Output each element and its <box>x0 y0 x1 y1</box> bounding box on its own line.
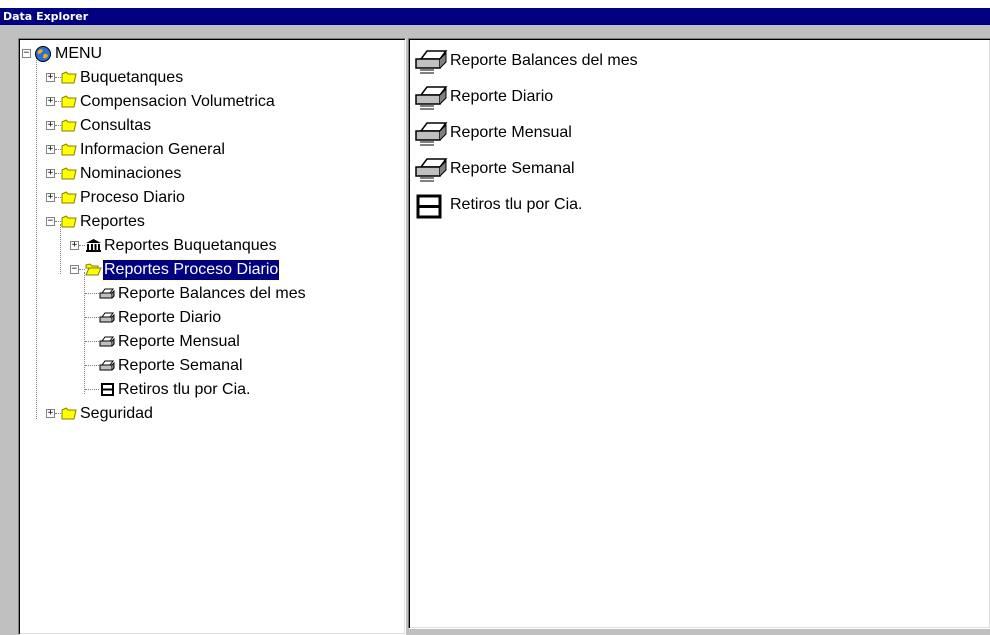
tree-node-label[interactable]: Reporte Semanal <box>117 356 244 376</box>
printer-icon <box>99 288 115 299</box>
printer-icon <box>99 312 115 323</box>
tree-node-label[interactable]: Informacion General <box>79 140 226 160</box>
tree-node-label[interactable]: MENU <box>54 44 103 64</box>
table-icon <box>101 383 114 396</box>
tree-node-label[interactable]: Proceso Diario <box>79 188 186 208</box>
tree-node-label[interactable]: Reportes Buquetanques <box>103 236 278 256</box>
expand-icon[interactable]: + <box>46 73 55 82</box>
list-item-label[interactable]: Reporte Balances del mes <box>450 51 638 71</box>
window-title: Data Explorer <box>3 10 89 23</box>
tree-node-label[interactable]: Reportes <box>79 212 146 232</box>
collapse-icon[interactable]: − <box>22 49 31 58</box>
tree-node-label[interactable]: Reporte Diario <box>117 308 222 328</box>
printer-icon <box>415 158 448 182</box>
folder-closed-icon <box>61 191 77 204</box>
collapse-icon[interactable]: − <box>70 265 79 274</box>
expand-icon[interactable]: + <box>46 409 55 418</box>
folder-open-icon <box>85 263 102 276</box>
tree-node-label[interactable]: Buquetanques <box>79 68 184 88</box>
list-item-label[interactable]: Reporte Semanal <box>450 159 575 179</box>
bank-icon <box>86 239 101 252</box>
globe-icon <box>35 46 51 62</box>
list-view-panel[interactable]: Reporte Balances del mes Reporte Diario … <box>408 38 990 629</box>
tree-line <box>84 272 85 394</box>
expand-icon[interactable]: + <box>46 193 55 202</box>
collapse-icon[interactable]: − <box>46 217 55 226</box>
expand-icon[interactable]: + <box>46 145 55 154</box>
printer-icon <box>415 50 448 74</box>
printer-icon <box>415 122 448 146</box>
list-item-label[interactable]: Retiros tlu por Cia. <box>450 195 583 215</box>
folder-closed-icon <box>61 95 77 108</box>
tree-node-label[interactable]: Consultas <box>79 116 152 136</box>
tree-line <box>60 224 61 274</box>
tree-node-label[interactable]: Compensacion Volumetrica <box>79 92 276 112</box>
tree-node-label[interactable]: Reporte Mensual <box>117 332 241 352</box>
folder-closed-icon <box>61 71 77 84</box>
tree-view-panel[interactable]: − MENU + Buquetanques + Compensacion Vol… <box>18 38 406 635</box>
tree-line <box>36 55 37 419</box>
expand-icon[interactable]: + <box>46 97 55 106</box>
window-title-bar: Data Explorer <box>0 8 990 25</box>
folder-closed-icon <box>61 407 77 420</box>
window-frame: − MENU + Buquetanques + Compensacion Vol… <box>0 25 990 635</box>
folder-closed-icon <box>61 119 77 132</box>
list-item-label[interactable]: Reporte Mensual <box>450 123 572 143</box>
tree-node-label[interactable]: Retiros tlu por Cia. <box>117 380 252 400</box>
tree-node-label[interactable]: Seguridad <box>79 404 154 424</box>
expand-icon[interactable]: + <box>46 169 55 178</box>
table-icon <box>416 194 442 219</box>
expand-icon[interactable]: + <box>46 121 55 130</box>
tree-node-label[interactable]: Nominaciones <box>79 164 182 184</box>
folder-closed-icon <box>61 167 77 180</box>
expand-icon[interactable]: + <box>70 241 79 250</box>
folder-closed-icon <box>61 143 77 156</box>
printer-icon <box>415 86 448 110</box>
printer-icon <box>99 336 115 347</box>
printer-icon <box>99 360 115 371</box>
tree-node-label[interactable]: Reportes Proceso Diario <box>101 259 281 281</box>
list-item-label[interactable]: Reporte Diario <box>450 87 553 107</box>
folder-closed-icon <box>61 215 77 228</box>
tree-node-label[interactable]: Reporte Balances del mes <box>117 284 307 304</box>
